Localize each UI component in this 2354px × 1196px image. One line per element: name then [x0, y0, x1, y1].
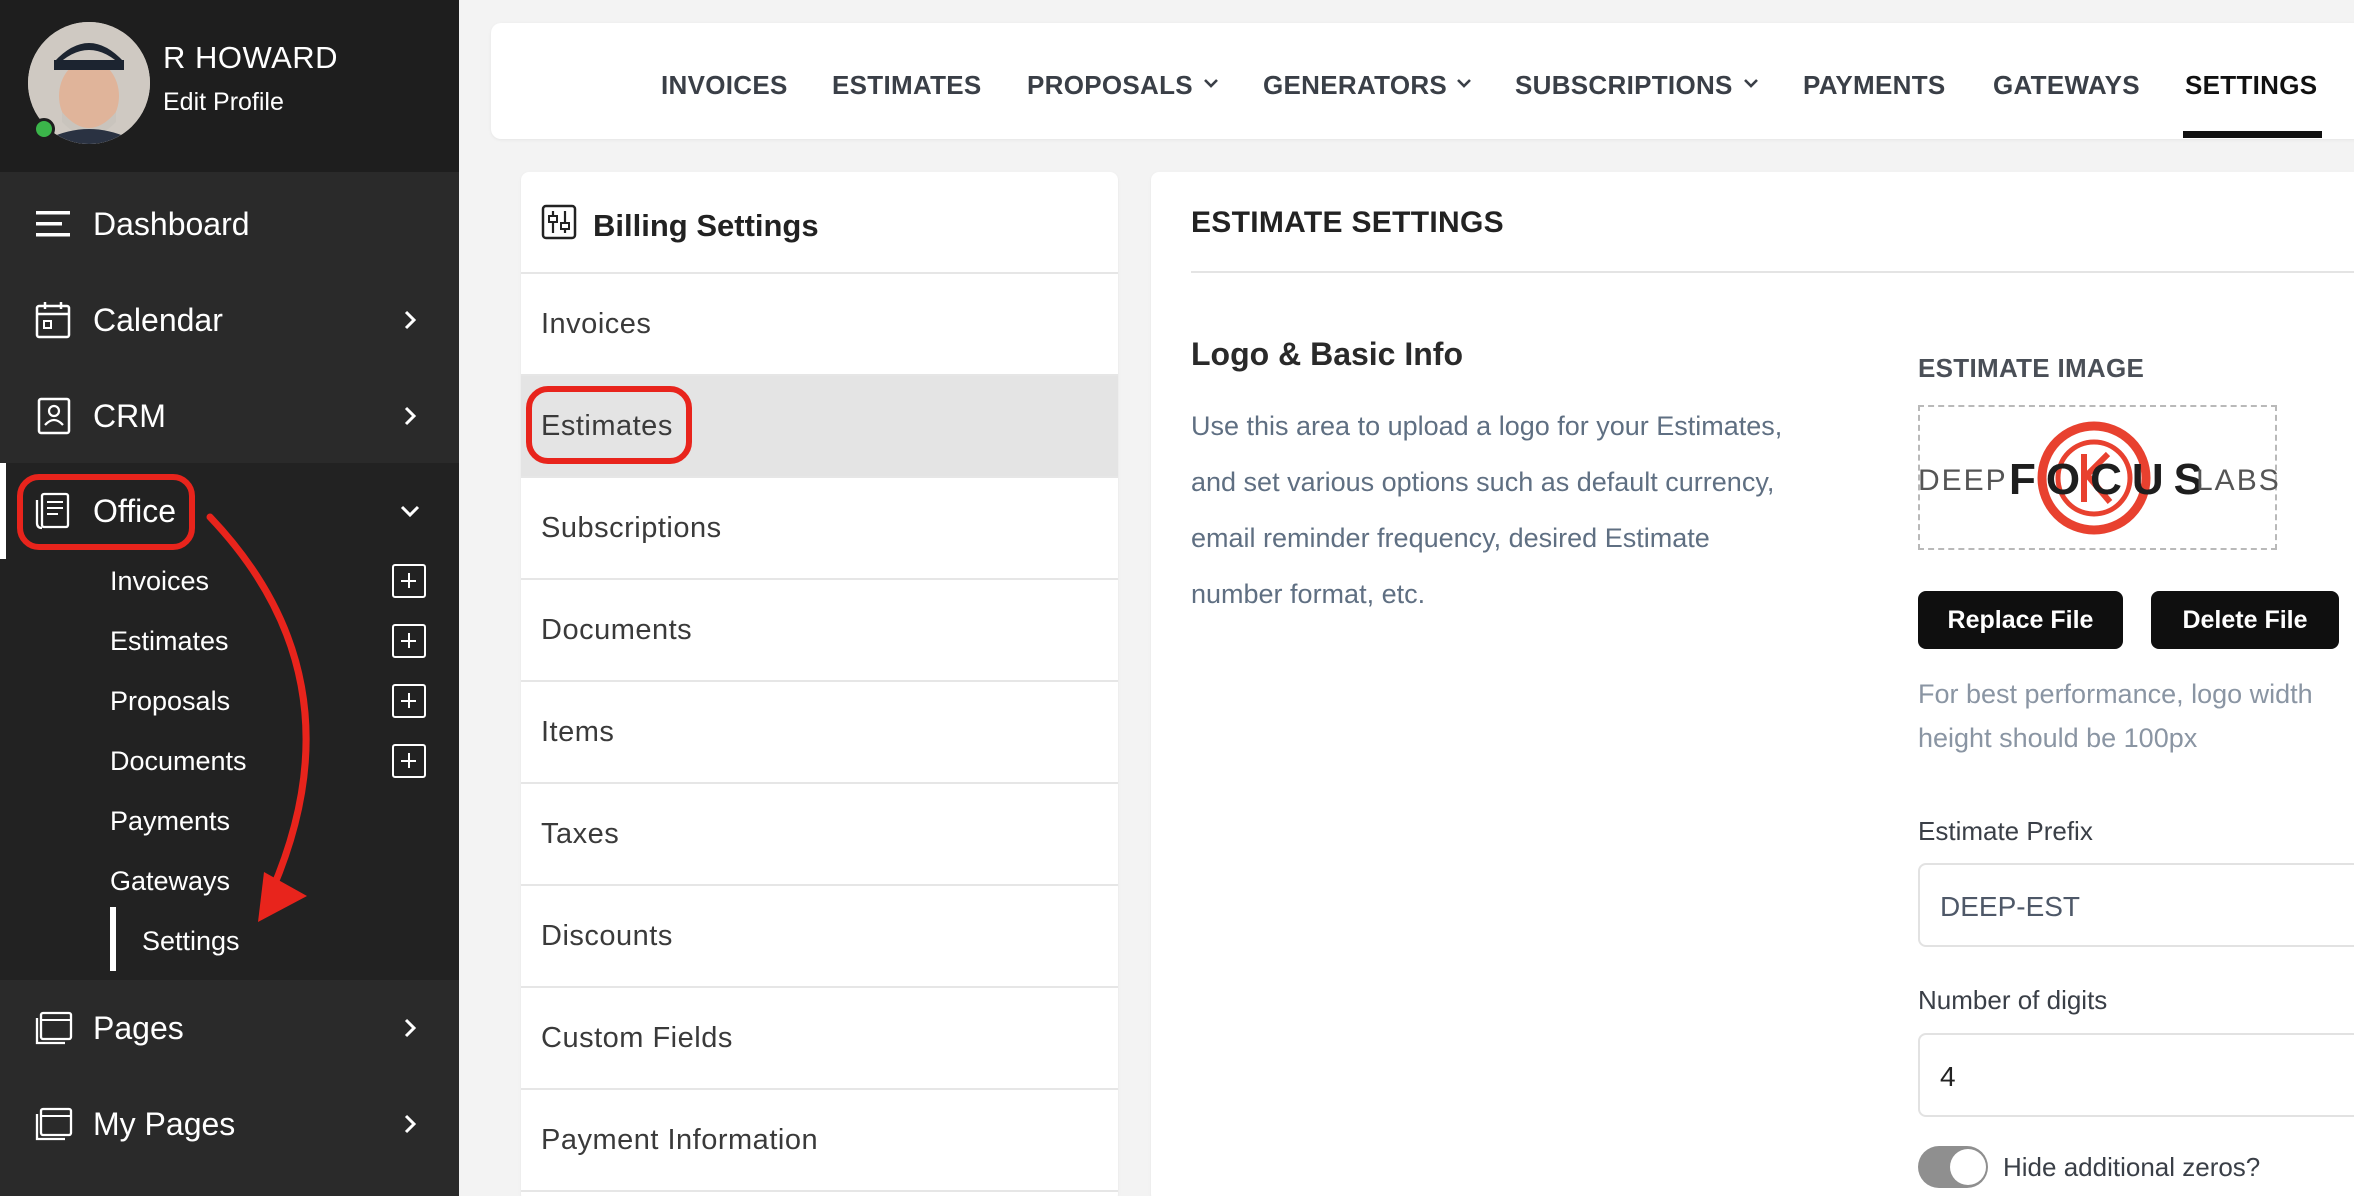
billing-settings-panel: Billing Settings Invoices Estimates Subs… [521, 172, 1118, 1196]
chevron-down-icon [400, 505, 420, 518]
logo-text-center: FOCUS [2009, 455, 2213, 504]
active-submenu-indicator [110, 907, 116, 971]
logo-text-right: LABS [2196, 464, 2281, 497]
billing-item-subscriptions[interactable]: Subscriptions [521, 478, 1118, 580]
section-description: Use this area to upload a logo for your … [1191, 411, 1783, 609]
chevron-down-icon[interactable] [1455, 74, 1473, 92]
billing-item-label: Subscriptions [541, 512, 722, 544]
calendar-icon [35, 302, 71, 339]
edit-profile-link[interactable]: Edit Profile [163, 88, 284, 117]
billing-item-label: Custom Fields [541, 1022, 733, 1054]
number-of-digits-label: Number of digits [1918, 985, 2108, 1015]
billing-item-label: Invoices [541, 308, 652, 340]
hide-zeros-toggle[interactable] [1918, 1146, 1988, 1188]
active-tab-underline [2183, 131, 2322, 138]
tab-subscriptions[interactable]: SUBSCRIPTIONS [1515, 70, 1733, 101]
contact-card-icon [37, 397, 71, 435]
billing-item-label: Items [541, 716, 615, 748]
pages-icon [35, 1107, 73, 1141]
chevron-right-icon [404, 1018, 417, 1038]
chevron-right-icon [404, 1114, 417, 1134]
online-status-dot [33, 118, 55, 140]
billing-item-documents[interactable]: Documents [521, 580, 1118, 682]
chevron-down-icon[interactable] [1742, 74, 1760, 92]
number-of-digits-value: 4 [1940, 1061, 1956, 1092]
tab-payments[interactable]: PAYMENTS [1803, 70, 1946, 101]
estimate-prefix-label: Estimate Prefix [1918, 816, 2093, 846]
delete-file-button[interactable]: Delete File [2151, 591, 2339, 649]
submenu-item-documents[interactable]: Documents [110, 746, 247, 777]
billing-item-custom-fields[interactable]: Custom Fields [521, 988, 1118, 1090]
profile-name: R HOWARD [163, 40, 339, 75]
sidebar-item-dashboard[interactable]: Dashboard [0, 176, 459, 272]
billing-item-label: Discounts [541, 920, 673, 952]
billing-item-items[interactable]: Items [521, 682, 1118, 784]
chevron-right-icon [404, 310, 417, 330]
menu-icon [36, 211, 70, 237]
submenu-item-invoices[interactable]: Invoices [110, 566, 209, 597]
logo-size-hint: For best performance, logo width height … [1918, 679, 2313, 753]
tab-generators[interactable]: GENERATORS [1263, 70, 1447, 101]
section-title: Logo & Basic Info [1191, 336, 1463, 372]
chevron-down-icon[interactable] [1202, 74, 1220, 92]
billing-settings-header: Billing Settings [521, 172, 1118, 274]
tab-invoices[interactable]: INVOICES [661, 70, 788, 101]
billing-item-payment-information[interactable]: Payment Information [521, 1090, 1118, 1192]
submenu-item-settings[interactable]: Settings [142, 926, 240, 957]
sidebar-item-my-pages[interactable]: My Pages [0, 1076, 459, 1172]
estimate-settings-title: ESTIMATE SETTINGS [1191, 206, 1504, 239]
sidebar-item-label: Calendar [93, 301, 223, 338]
add-document-icon[interactable] [392, 744, 426, 778]
tab-estimates[interactable]: ESTIMATES [832, 70, 982, 101]
annotation-highlight-office [17, 474, 195, 550]
toggle-knob [1950, 1149, 1986, 1185]
chevron-right-icon [404, 406, 417, 426]
sidebar-item-pages[interactable]: Pages [0, 980, 459, 1076]
estimate-image-label: ESTIMATE IMAGE [1918, 353, 2145, 383]
billing-item-label: Taxes [541, 818, 620, 850]
number-of-digits-input[interactable]: 4 [1918, 1033, 2354, 1117]
billing-settings-title: Billing Settings [593, 208, 819, 243]
sidebar-item-label: Dashboard [93, 205, 250, 242]
tab-settings[interactable]: SETTINGS [2185, 70, 2317, 101]
tab-proposals[interactable]: PROPOSALS [1027, 70, 1193, 101]
billing-item-label: Documents [541, 614, 693, 646]
tab-gateways[interactable]: GATEWAYS [1993, 70, 2140, 101]
sidebar-item-label: Pages [93, 1009, 184, 1046]
sidebar-item-label: CRM [93, 397, 166, 434]
submenu-item-gateways[interactable]: Gateways [110, 866, 230, 897]
sliders-icon [541, 204, 577, 240]
divider [1191, 271, 2354, 273]
pages-icon [35, 1011, 73, 1045]
add-estimate-icon[interactable] [392, 624, 426, 658]
billing-item-discounts[interactable]: Discounts [521, 886, 1118, 988]
estimate-prefix-value: DEEP-EST [1940, 891, 2081, 922]
logo-text-left: DEEP [1918, 464, 2008, 497]
sidebar-item-label: My Pages [93, 1105, 236, 1142]
submenu-item-proposals[interactable]: Proposals [110, 686, 230, 717]
add-proposal-icon[interactable] [392, 684, 426, 718]
sidebar-item-crm[interactable]: CRM [0, 368, 459, 464]
sidebar-item-calendar[interactable]: Calendar [0, 272, 459, 368]
billing-item-invoices[interactable]: Invoices [521, 274, 1118, 376]
billing-item-label: Payment Information [541, 1124, 819, 1156]
add-invoice-icon[interactable] [392, 564, 426, 598]
annotation-highlight-estimates [526, 386, 692, 464]
estimate-prefix-input[interactable]: DEEP-EST [1918, 863, 2354, 947]
submenu-item-payments[interactable]: Payments [110, 806, 230, 837]
billing-item-taxes[interactable]: Taxes [521, 784, 1118, 886]
submenu-item-estimates[interactable]: Estimates [110, 626, 229, 657]
profile-header: R HOWARD Edit Profile [0, 0, 459, 172]
replace-file-button[interactable]: Replace File [1918, 591, 2123, 649]
hide-zeros-label: Hide additional zeros? [2003, 1152, 2261, 1182]
